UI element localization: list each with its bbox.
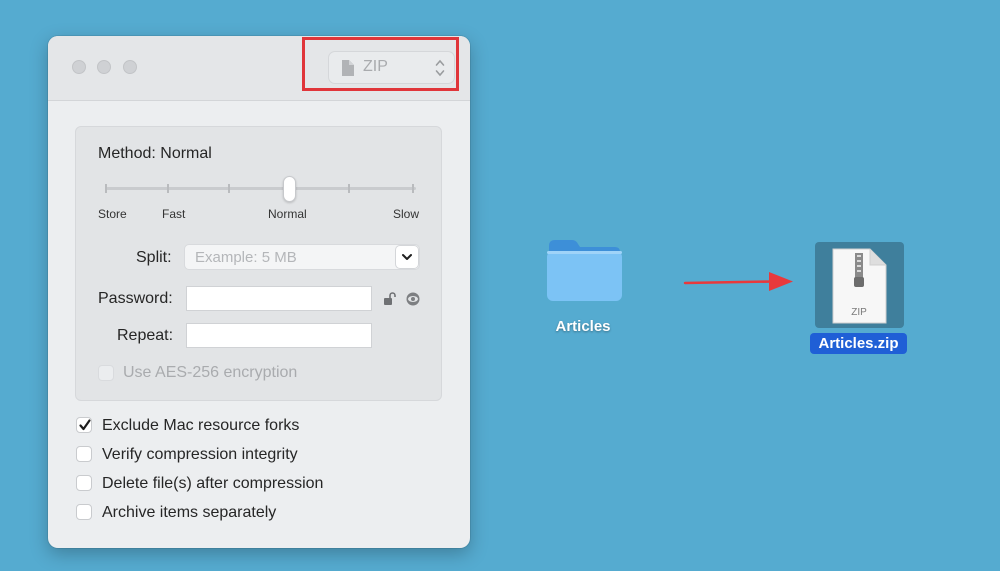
slider-tick [348,184,350,193]
slider-label-fast: Fast [162,207,186,221]
repeat-password-field[interactable] [186,323,372,348]
eye-icon[interactable] [405,292,421,306]
exclude-resource-forks-checkbox[interactable] [76,417,92,433]
zip-file-icon[interactable]: ZIP [830,247,888,325]
title-bar: ZIP [48,36,470,101]
slider-tick [228,184,230,193]
archiver-window: ZIP Method: Normal Store Fast Normal Slo… [48,36,470,548]
zoom-window-button[interactable] [123,60,137,74]
method-label: Method: Normal [98,145,212,162]
repeat-label: Repeat: [117,327,174,344]
zip-file-name[interactable]: Articles.zip [810,333,907,354]
exclude-resource-forks-label: Exclude Mac resource forks [102,417,300,434]
close-window-button[interactable] [72,60,86,74]
minimize-window-button[interactable] [97,60,111,74]
verify-integrity-label: Verify compression integrity [102,446,298,463]
compression-settings-panel: Method: Normal Store Fast Normal Slow Sp… [75,126,442,401]
slider-label-slow: Slow [393,207,420,221]
password-field[interactable] [186,286,372,311]
method-slider-knob[interactable] [283,176,296,202]
folder-name[interactable]: Articles [546,318,620,335]
split-input[interactable] [195,248,385,266]
unlocked-lock-icon[interactable] [383,292,397,306]
chevron-down-icon [402,254,412,260]
split-dropdown-button[interactable] [396,246,418,268]
verify-integrity-checkbox[interactable] [76,446,92,462]
archive-separately-label: Archive items separately [102,504,277,521]
slider-tick [105,184,107,193]
aes-encryption-label: Use AES-256 encryption [123,364,298,381]
archive-separately-checkbox[interactable] [76,504,92,520]
slider-label-store: Store [98,207,127,221]
password-label: Password: [98,290,173,307]
slider-tick [167,184,169,193]
conversion-arrow [683,272,793,291]
delete-after-compression-checkbox[interactable] [76,475,92,491]
split-label: Split: [136,249,172,266]
folder-icon[interactable] [545,236,622,302]
split-combo-box[interactable] [184,244,420,270]
checkmark-icon [79,419,91,431]
slider-label-normal: Normal [268,207,307,221]
slider-tick [412,184,414,193]
method-slider[interactable] [106,187,416,190]
zip-badge: ZIP [851,307,867,318]
delete-after-compression-label: Delete file(s) after compression [102,475,324,492]
format-highlight-box [302,37,459,91]
aes-encryption-checkbox[interactable] [98,365,114,381]
